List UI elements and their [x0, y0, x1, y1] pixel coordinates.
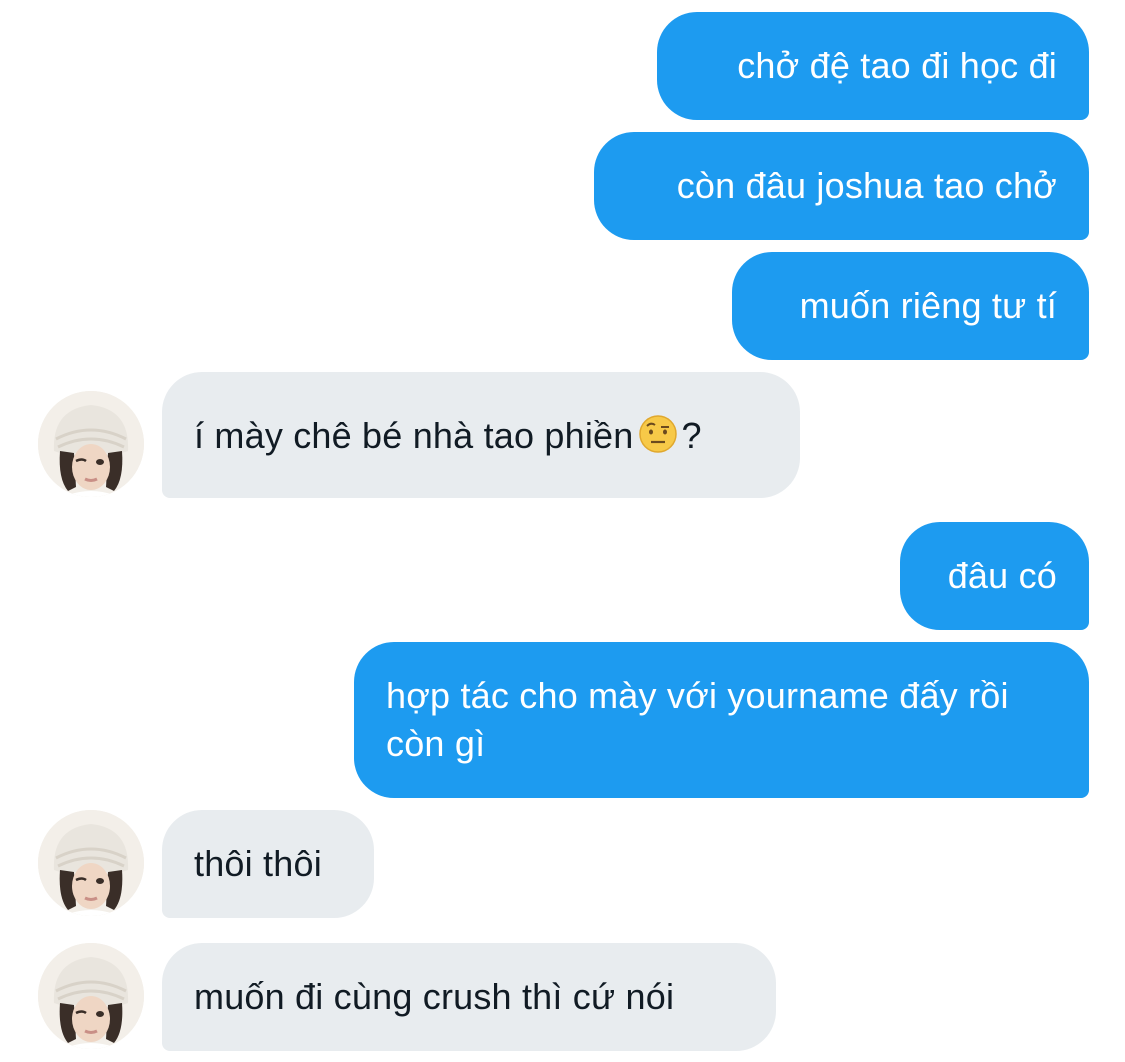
contact-avatar[interactable]: [38, 943, 144, 1049]
message-text-suffix: ?: [681, 415, 702, 456]
message-outgoing[interactable]: muốn riêng tư tí: [732, 252, 1089, 360]
message-text: hợp tác cho mày với yourname đấy rồi còn…: [386, 675, 1009, 764]
message-text: í mày chê bé nhà tao phiền: [194, 415, 634, 456]
face-with-raised-eyebrow-icon: [638, 414, 678, 466]
user-avatar-photo-icon: [38, 391, 144, 497]
message-outgoing[interactable]: chở đệ tao đi học đi: [657, 12, 1089, 120]
chat-thread: chở đệ tao đi học đi còn đâu joshua tao …: [0, 0, 1125, 1062]
user-avatar-photo-icon: [38, 943, 144, 1049]
message-incoming[interactable]: thôi thôi: [162, 810, 374, 918]
message-text: muốn đi cùng crush thì cứ nói: [194, 976, 675, 1017]
message-outgoing[interactable]: hợp tác cho mày với yourname đấy rồi còn…: [354, 642, 1089, 798]
message-text: chở đệ tao đi học đi: [737, 45, 1057, 86]
message-text: muốn riêng tư tí: [799, 285, 1057, 326]
message-text: thôi thôi: [194, 843, 322, 884]
contact-avatar[interactable]: [38, 810, 144, 916]
message-outgoing[interactable]: còn đâu joshua tao chở: [594, 132, 1089, 240]
message-incoming[interactable]: muốn đi cùng crush thì cứ nói: [162, 943, 776, 1051]
message-outgoing[interactable]: đâu có: [900, 522, 1089, 630]
user-avatar-photo-icon: [38, 810, 144, 916]
contact-avatar[interactable]: [38, 391, 144, 497]
message-incoming[interactable]: í mày chê bé nhà tao phiền ?: [162, 372, 800, 498]
message-text: còn đâu joshua tao chở: [676, 165, 1057, 206]
message-text: đâu có: [947, 555, 1057, 596]
